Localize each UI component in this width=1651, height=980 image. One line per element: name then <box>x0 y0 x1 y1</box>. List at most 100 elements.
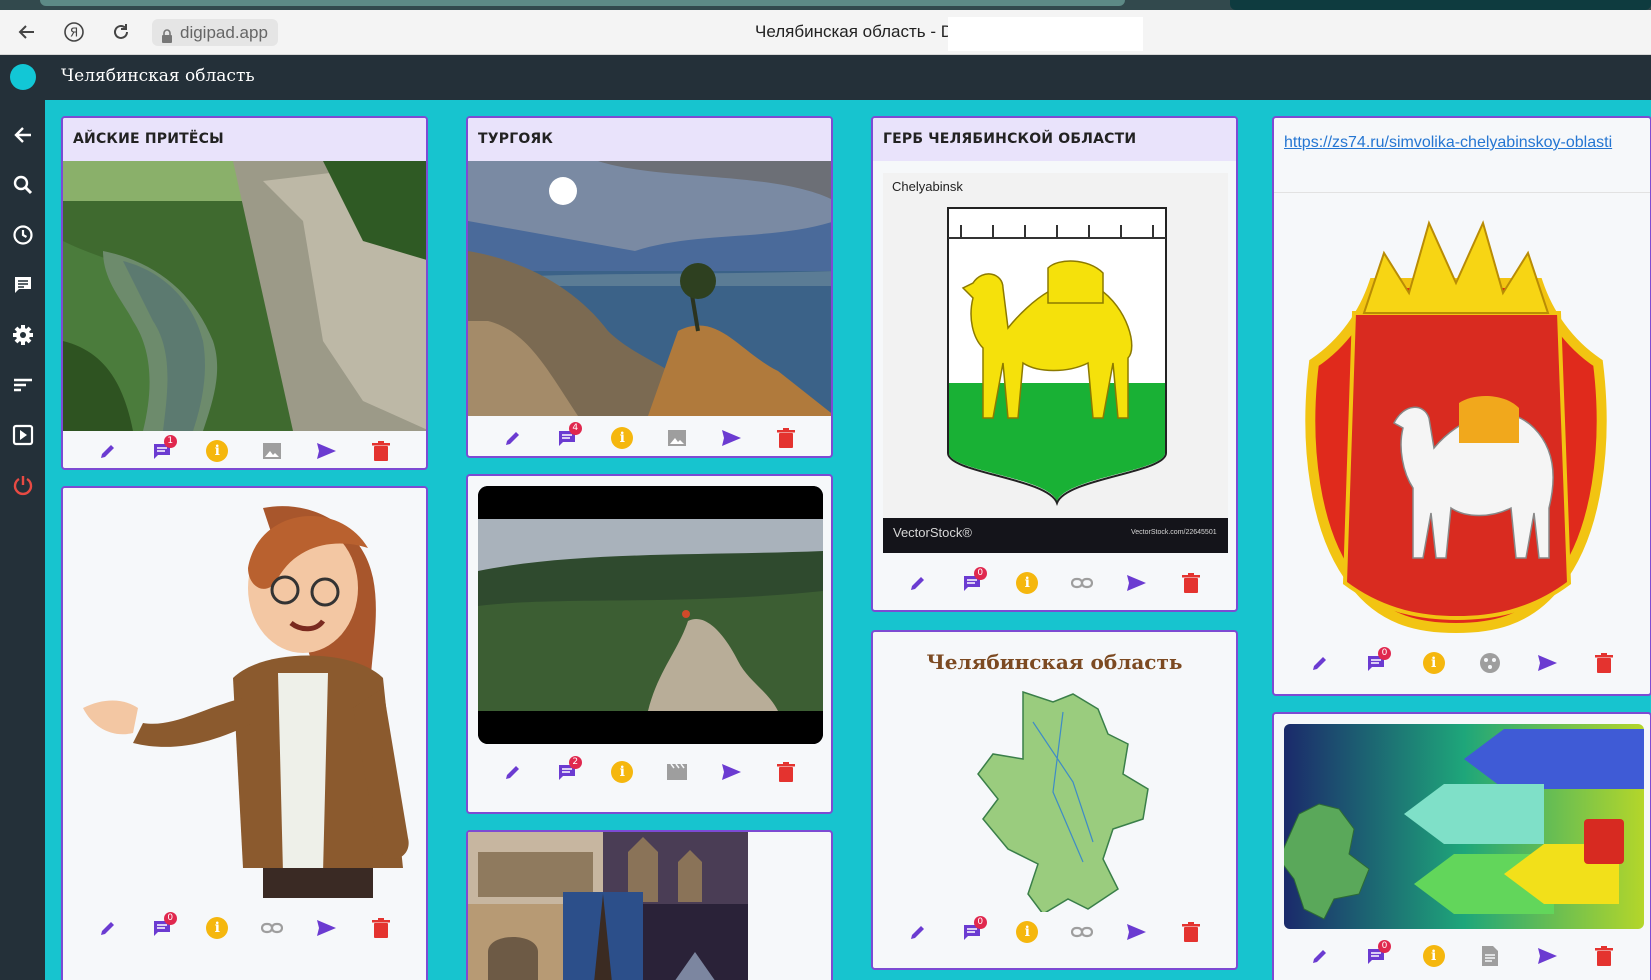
comments-icon[interactable]: 0 <box>1364 647 1391 676</box>
comments-icon[interactable]: 0 <box>960 567 987 596</box>
delete-icon[interactable] <box>368 438 394 464</box>
url-field[interactable]: digipad.app <box>152 19 278 46</box>
comment-count-badge: 1 <box>163 435 177 448</box>
present-icon[interactable] <box>8 420 38 450</box>
delete-icon[interactable] <box>773 759 799 785</box>
card-paris[interactable] <box>466 830 833 980</box>
coat-of-arms-chelyabinsk[interactable]: Chelyabinsk VectorStock® VectorStock.com… <box>883 173 1228 553</box>
comments-icon[interactable]: 1 <box>150 435 177 464</box>
comments-icon[interactable]: 0 <box>150 912 177 941</box>
send-icon[interactable] <box>1534 650 1560 676</box>
card-actions: 0 i <box>873 563 1236 603</box>
card-actions: 0 i <box>1274 643 1650 683</box>
card-teacher[interactable]: 0 i <box>61 486 428 980</box>
comments-icon[interactable]: 0 <box>1364 940 1391 969</box>
video-icon <box>664 759 690 785</box>
send-icon[interactable] <box>718 759 744 785</box>
sort-icon[interactable] <box>8 370 38 400</box>
title-redaction <box>948 17 1143 51</box>
delete-icon[interactable] <box>1178 570 1204 596</box>
edit-icon[interactable] <box>1307 943 1333 969</box>
send-icon[interactable] <box>313 915 339 941</box>
info-icon[interactable]: i <box>204 438 230 464</box>
link-icon <box>1069 919 1095 945</box>
sidebar <box>0 100 45 980</box>
edit-icon[interactable] <box>95 915 121 941</box>
edit-icon[interactable] <box>95 438 121 464</box>
card-actions: 2 i <box>468 752 831 792</box>
card-symbolika[interactable]: https://zs74.ru/simvolika-chelyabinskoy-… <box>1272 116 1651 696</box>
info-icon[interactable]: i <box>609 425 635 451</box>
photo-lake-turgoyak[interactable] <box>468 161 831 416</box>
photo-river-cliffs[interactable] <box>63 161 426 431</box>
lock-icon <box>161 25 173 52</box>
delete-icon[interactable] <box>1591 650 1617 676</box>
pad-board: АЙСКИЕ ПРИТЁСЫ 1 i 0 i ТУРГОЯК 4 i 2 i Г… <box>45 100 1651 980</box>
reload-icon[interactable] <box>108 19 134 45</box>
app-logo-icon[interactable] <box>10 64 36 90</box>
watermark-text: VectorStock® <box>893 525 972 540</box>
delete-icon[interactable] <box>773 425 799 451</box>
browser-address-bar: Я digipad.app Челябинская область - Digi… <box>0 10 1651 55</box>
edit-icon[interactable] <box>500 759 526 785</box>
comments-icon[interactable]: 0 <box>960 916 987 945</box>
delete-icon[interactable] <box>368 915 394 941</box>
send-icon[interactable] <box>1123 570 1149 596</box>
pad-title: Челябинская область <box>61 66 255 86</box>
logout-icon[interactable] <box>8 470 38 500</box>
card-video[interactable]: 2 i <box>466 474 833 814</box>
info-icon[interactable]: i <box>1421 943 1447 969</box>
external-link[interactable]: https://zs74.ru/simvolika-chelyabinskoy-… <box>1274 118 1650 193</box>
card-map[interactable]: Челябинская область 0 i <box>871 630 1238 970</box>
card-turgoyak[interactable]: ТУРГОЯК 4 i <box>466 116 833 458</box>
send-icon[interactable] <box>718 425 744 451</box>
info-icon[interactable]: i <box>204 915 230 941</box>
card-actions: 0 i <box>63 908 426 948</box>
card-infographic[interactable]: 0 i <box>1272 712 1651 980</box>
cartoon-teacher[interactable] <box>63 488 426 898</box>
infographic-region[interactable] <box>1284 724 1644 929</box>
info-icon[interactable]: i <box>1014 919 1040 945</box>
send-icon[interactable] <box>1534 943 1560 969</box>
search-icon[interactable] <box>8 170 38 200</box>
info-icon[interactable]: i <box>1014 570 1040 596</box>
card-gerb[interactable]: ГЕРБ ЧЕЛЯБИНСКОЙ ОБЛАСТИ Chelyabinsk Vec… <box>871 116 1238 612</box>
send-icon[interactable] <box>1123 919 1149 945</box>
url-text: digipad.app <box>180 23 268 42</box>
edit-icon[interactable] <box>1307 650 1333 676</box>
card-title: ТУРГОЯК <box>468 118 831 161</box>
history-icon[interactable] <box>8 220 38 250</box>
yandex-icon[interactable]: Я <box>61 19 87 45</box>
delete-icon[interactable] <box>1178 919 1204 945</box>
comment-count-badge: 2 <box>568 756 582 769</box>
paris-collage[interactable] <box>468 832 748 980</box>
edit-icon[interactable] <box>905 919 931 945</box>
comments-icon[interactable]: 2 <box>555 756 582 785</box>
comment-count-badge: 0 <box>973 916 987 929</box>
card-aiskie-pritesy[interactable]: АЙСКИЕ ПРИТЁСЫ 1 i <box>61 116 428 470</box>
region-map[interactable]: Челябинская область <box>873 632 1236 912</box>
app-header: Челябинская область <box>0 55 1651 100</box>
coat-of-arms-region[interactable] <box>1284 203 1629 633</box>
comments-icon[interactable]: 4 <box>555 422 582 451</box>
link-icon <box>1069 570 1095 596</box>
link-icon <box>259 915 285 941</box>
image-icon <box>259 438 285 464</box>
info-icon[interactable]: i <box>1421 650 1447 676</box>
chat-icon[interactable] <box>8 270 38 300</box>
edit-icon[interactable] <box>500 425 526 451</box>
back-icon[interactable] <box>8 120 38 150</box>
comment-count-badge: 4 <box>568 422 582 435</box>
comment-count-badge: 0 <box>1377 940 1391 953</box>
browser-back-icon[interactable] <box>14 19 40 45</box>
delete-icon[interactable] <box>1591 943 1617 969</box>
image-caption: Chelyabinsk <box>892 179 963 194</box>
send-icon[interactable] <box>313 438 339 464</box>
comment-count-badge: 0 <box>973 567 987 580</box>
card-actions: 4 i <box>468 418 831 456</box>
video-forest-rocks[interactable] <box>478 486 823 744</box>
edit-icon[interactable] <box>905 570 931 596</box>
browser-tab-strip <box>40 0 1125 6</box>
settings-icon[interactable] <box>8 320 38 350</box>
info-icon[interactable]: i <box>609 759 635 785</box>
